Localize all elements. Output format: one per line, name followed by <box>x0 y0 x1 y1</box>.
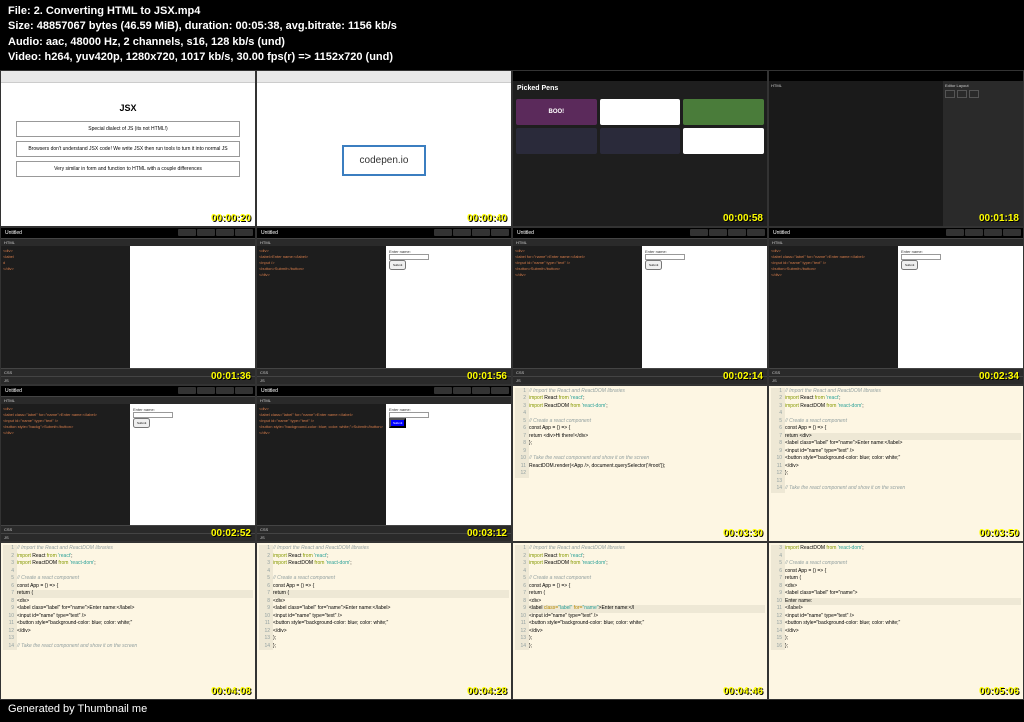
thumb-10: Untitled HTML <div> <label class="label"… <box>256 385 512 543</box>
code-panel: <div> <label d </div> <box>1 246 130 368</box>
thumb-6: Untitled HTML <div> <label>Enter name:</… <box>256 227 512 385</box>
thumb-1: JSX Special dialect of JS (its not HTML!… <box>0 70 256 228</box>
thumbnail-grid: JSX Special dialect of JS (its not HTML!… <box>0 70 1024 700</box>
thumb-14: 1// Import the React and ReactDOM librar… <box>256 542 512 700</box>
thumb-4: HTML Editor Layout 00:01:18 <box>768 70 1024 228</box>
thumb-11: 1// Import the React and ReactDOM librar… <box>512 385 768 543</box>
thumb-15: 1// Import the React and ReactDOM librar… <box>512 542 768 700</box>
metadata-header: File: 2. Converting HTML to JSX.mp4 Size… <box>0 0 1024 70</box>
thumb-7: Untitled HTML <div> <label for="name">En… <box>512 227 768 385</box>
thumb-12: 1// Import the React and ReactDOM librar… <box>768 385 1024 543</box>
codepen-logo: codepen.io <box>342 145 427 176</box>
footer: Generated by Thumbnail me <box>0 700 1024 718</box>
thumb-16: 3import ReactDOM from 'react-dom'; 4 5//… <box>768 542 1024 700</box>
thumb-5: Untitled HTML <div> <label d </div> CSS … <box>0 227 256 385</box>
jsx-title: JSX <box>16 103 240 113</box>
timestamp: 00:00:20 <box>211 213 251 224</box>
thumb-9: Untitled HTML <div> <label class="label"… <box>0 385 256 543</box>
thumb-8: Untitled HTML <div> <label class="label"… <box>768 227 1024 385</box>
thumb-3: Picked Pens BOO! 00:00:58 <box>512 70 768 228</box>
thumb-2: codepen.io 00:00:40 <box>256 70 512 228</box>
thumb-13: 1// Import the React and ReactDOM librar… <box>0 542 256 700</box>
